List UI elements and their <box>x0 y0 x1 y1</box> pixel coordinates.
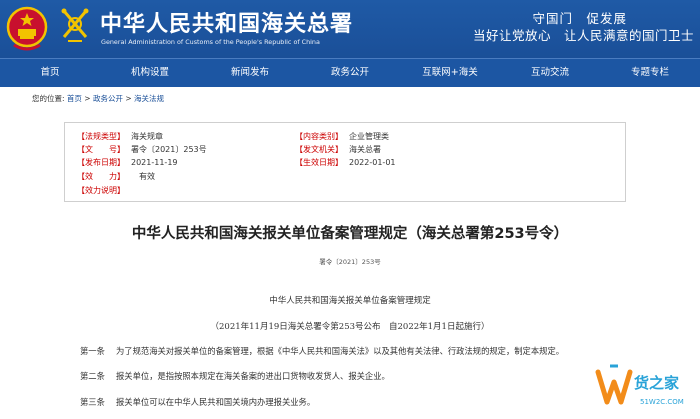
meta-category: 【法规类型】 海关规章 <box>77 132 163 141</box>
site-header: 中华人民共和国海关总署 General Administration of Cu… <box>0 0 700 58</box>
article-num: 第二条 <box>80 371 105 381</box>
article-text: 为了规范海关对报关单位的备案管理，根据《中华人民共和国海关法》以及其他有关法律、… <box>116 346 565 356</box>
main-nav: 首页 机构设置 新闻发布 政务公开 互联网+海关 互动交流 专题专栏 <box>0 58 700 87</box>
meta-content-type: 【内容类别】 企业管理类 <box>295 132 389 141</box>
article-text: 报关单位，是指按照本规定在海关备案的进出口货物收发货人、报关企业。 <box>116 371 390 381</box>
meta-validity: 【效 力】 有效 <box>77 172 155 181</box>
article-num: 第三条 <box>80 397 105 407</box>
breadcrumb-home[interactable]: 首页 <box>67 94 82 103</box>
meta-pubdate: 【发布日期】 2021-11-19 <box>77 158 178 167</box>
meta-issuer: 【发文机关】 海关总署 <box>295 145 381 154</box>
customs-logo-icon[interactable] <box>58 7 92 45</box>
breadcrumb-gov[interactable]: 政务公开 <box>93 94 123 103</box>
meta-validity-note: 【效力说明】 <box>77 186 125 195</box>
article-2: 第二条 报关单位，是指按照本规定在海关备案的进出口货物收发货人、报关企业。 <box>80 370 390 382</box>
article-text: 报关单位可以在中华人民共和国关境内办理报关业务。 <box>116 397 316 407</box>
meta-docno: 【文 号】 署令〔2021〕253号 <box>77 145 207 154</box>
breadcrumb-sep: > <box>81 94 93 103</box>
national-emblem-icon[interactable] <box>6 5 48 53</box>
site-subtitle: General Administration of Customs of the… <box>101 38 320 46</box>
w2c-watermark-logo-icon: 货之家 51W2C.COM <box>594 358 700 419</box>
document-number: 署令〔2021〕253号 <box>319 258 381 266</box>
meta-effdate: 【生效日期】 2022-01-01 <box>295 158 396 167</box>
nav-organization[interactable]: 机构设置 <box>100 59 200 87</box>
nav-interaction[interactable]: 互动交流 <box>500 59 600 87</box>
rule-title: 中华人民共和国海关报关单位备案管理规定 <box>269 296 431 306</box>
nav-government-affairs[interactable]: 政务公开 <box>300 59 400 87</box>
watermark-brand: 货之家 <box>634 374 679 392</box>
breadcrumb: 您的位置: 首页 > 政务公开 > 海关法规 <box>32 93 164 104</box>
slogan-line2: 当好让党放心 让人民满意的国门卫士 <box>472 28 694 43</box>
regulation-meta-box: 【法规类型】 海关规章 【内容类别】 企业管理类 【文 号】 署令〔2021〕253号… <box>64 122 626 202</box>
breadcrumb-regulations[interactable]: 海关法规 <box>134 94 164 103</box>
watermark-url: 51W2C.COM <box>640 398 684 406</box>
nav-home[interactable]: 首页 <box>0 59 100 87</box>
article-num: 第一条 <box>80 346 105 356</box>
nav-internet-customs[interactable]: 互联网+海关 <box>400 59 500 87</box>
document-title: 中华人民共和国海关报关单位备案管理规定（海关总署第253号令） <box>131 226 569 242</box>
article-1: 第一条 为了规范海关对报关单位的备案管理，根据《中华人民共和国海关法》以及其他有关… <box>80 345 564 357</box>
breadcrumb-prefix: 您的位置: <box>32 94 65 103</box>
site-title[interactable]: 中华人民共和国海关总署 <box>100 6 353 38</box>
nav-topics[interactable]: 专题专栏 <box>600 59 700 87</box>
rule-date: （2021年11月19日海关总署令第253号公布 自2022年1月1日起施行） <box>210 322 490 332</box>
article-3: 第三条 报关单位可以在中华人民共和国关境内办理报关业务。 <box>80 396 315 408</box>
breadcrumb-sep: > <box>122 94 135 103</box>
nav-news[interactable]: 新闻发布 <box>200 59 300 87</box>
